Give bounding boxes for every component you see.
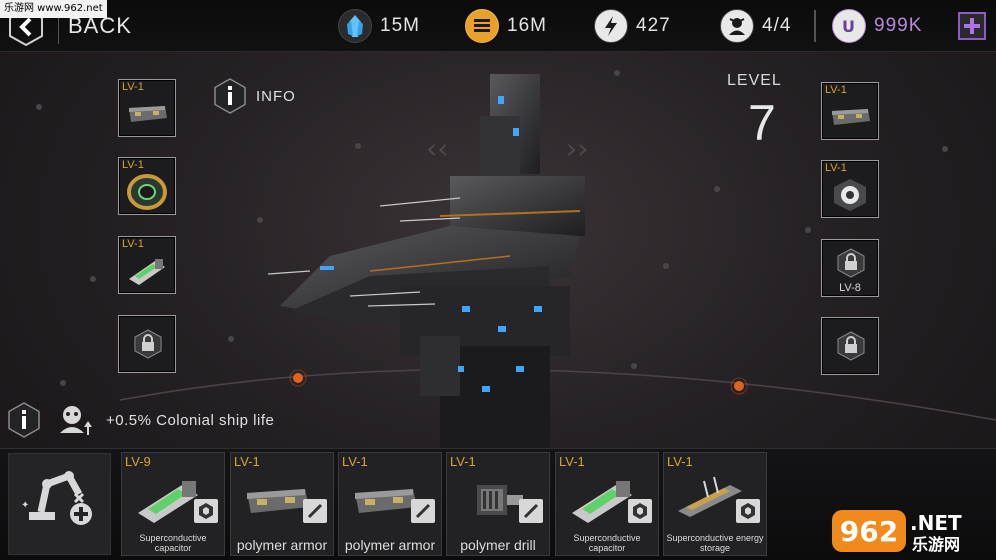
slot-level: LV-1 bbox=[122, 81, 144, 93]
logo-number: 962 bbox=[840, 515, 898, 548]
slot-level: LV-1 bbox=[825, 84, 847, 96]
hexagon-type-icon bbox=[194, 499, 218, 523]
armor-plate-icon bbox=[129, 106, 167, 122]
logo-chinese: 乐游网 bbox=[912, 535, 960, 554]
resource-value: 4/4 bbox=[762, 15, 792, 36]
resource-energy[interactable]: 427 bbox=[594, 9, 671, 43]
card-level: LV-1 bbox=[559, 454, 585, 469]
premium-value: 999K bbox=[874, 15, 923, 36]
slot-level: LV-1 bbox=[122, 238, 144, 250]
inventory-card[interactable]: LV-1 Superconductive capacitor bbox=[555, 452, 659, 556]
armor-plate-icon bbox=[832, 109, 870, 125]
unlock-requirement: LV-8 bbox=[839, 282, 861, 294]
left-slot-1[interactable]: LV-1 bbox=[118, 79, 176, 137]
header-separator bbox=[814, 10, 816, 42]
lock-icon bbox=[837, 248, 865, 278]
card-level: LV-1 bbox=[234, 454, 260, 469]
right-slot-2[interactable]: LV-1 bbox=[821, 160, 879, 218]
inventory-card[interactable]: LV-1 Superconductive energy storage bbox=[663, 452, 767, 556]
crew-icon bbox=[720, 9, 754, 43]
add-premium-button[interactable] bbox=[958, 12, 986, 40]
bonus-info-icon[interactable] bbox=[6, 402, 42, 438]
site-logo: 962 .NET 乐游网 bbox=[832, 508, 992, 554]
card-level: LV-1 bbox=[342, 454, 368, 469]
left-slot-locked[interactable] bbox=[118, 315, 176, 373]
bonus-row: +0.5% Colonial ship life bbox=[6, 400, 274, 440]
premium-currency-icon: U bbox=[832, 9, 866, 43]
capacitor-icon bbox=[129, 259, 165, 285]
card-level: LV-1 bbox=[667, 454, 693, 469]
card-name: Superconductive capacitor bbox=[139, 533, 207, 553]
spaceship-model[interactable] bbox=[250, 66, 600, 450]
level-label: LEVEL bbox=[727, 72, 782, 89]
inventory-card[interactable]: LV-1 polymer drill bbox=[446, 452, 550, 556]
left-slot-2[interactable]: LV-1 bbox=[118, 157, 176, 215]
hexagon-type-icon bbox=[736, 499, 760, 523]
inventory-card[interactable]: LV-1 polymer armor bbox=[230, 452, 334, 556]
right-slot-1[interactable]: LV-1 bbox=[821, 82, 879, 140]
card-name: polymer armor bbox=[344, 537, 436, 554]
premium-currency[interactable]: U 999K bbox=[832, 9, 922, 43]
bonus-text: +0.5% Colonial ship life bbox=[106, 411, 275, 429]
resource-gold[interactable]: 16M bbox=[465, 9, 547, 43]
slash-type-icon bbox=[519, 499, 543, 523]
watermark: 乐游网 www.962.net bbox=[0, 0, 107, 18]
ring-generator-icon bbox=[127, 174, 167, 210]
crystal-icon bbox=[338, 9, 372, 43]
level-value: 7 bbox=[748, 95, 776, 151]
card-name: Superconductive capacitor bbox=[573, 533, 641, 553]
inventory-card[interactable]: LV-1 polymer armor bbox=[338, 452, 442, 556]
resource-value: 15M bbox=[380, 15, 420, 36]
energy-bolt-icon bbox=[594, 9, 628, 43]
right-slot-locked-lv8[interactable]: LV-8 bbox=[821, 239, 879, 297]
reactor-icon bbox=[834, 179, 866, 211]
card-level: LV-9 bbox=[125, 454, 151, 469]
slash-type-icon bbox=[411, 499, 435, 523]
gold-bar-icon bbox=[465, 9, 499, 43]
lock-icon bbox=[837, 331, 865, 361]
robot-arm-add-icon: ✦ bbox=[21, 471, 92, 525]
left-slot-3[interactable]: LV-1 bbox=[118, 236, 176, 294]
craft-module-button[interactable]: ✦ bbox=[8, 453, 111, 555]
hexagon-type-icon bbox=[628, 499, 652, 523]
card-name: polymer drill bbox=[460, 537, 536, 554]
right-slot-locked[interactable] bbox=[821, 317, 879, 375]
lock-icon bbox=[134, 329, 162, 359]
slot-level: LV-1 bbox=[122, 159, 144, 171]
slash-type-icon bbox=[303, 499, 327, 523]
resource-value: 427 bbox=[636, 15, 671, 36]
colonial-ship-life-icon bbox=[60, 406, 92, 435]
card-name: polymer armor bbox=[236, 537, 328, 554]
resource-value: 16M bbox=[507, 15, 547, 36]
resource-crystals[interactable]: 15M bbox=[338, 9, 420, 43]
logo-suffix: .NET bbox=[910, 511, 962, 535]
card-name: Superconductive energy storage bbox=[666, 533, 764, 553]
resource-crew[interactable]: 4/4 bbox=[720, 9, 791, 43]
plus-icon bbox=[964, 18, 980, 34]
inventory-card[interactable]: LV-9 Superconductive capacitor bbox=[121, 452, 225, 556]
slot-level: LV-1 bbox=[825, 162, 847, 174]
card-level: LV-1 bbox=[450, 454, 476, 469]
svg-text:✦: ✦ bbox=[21, 500, 29, 511]
info-icon bbox=[214, 78, 246, 114]
